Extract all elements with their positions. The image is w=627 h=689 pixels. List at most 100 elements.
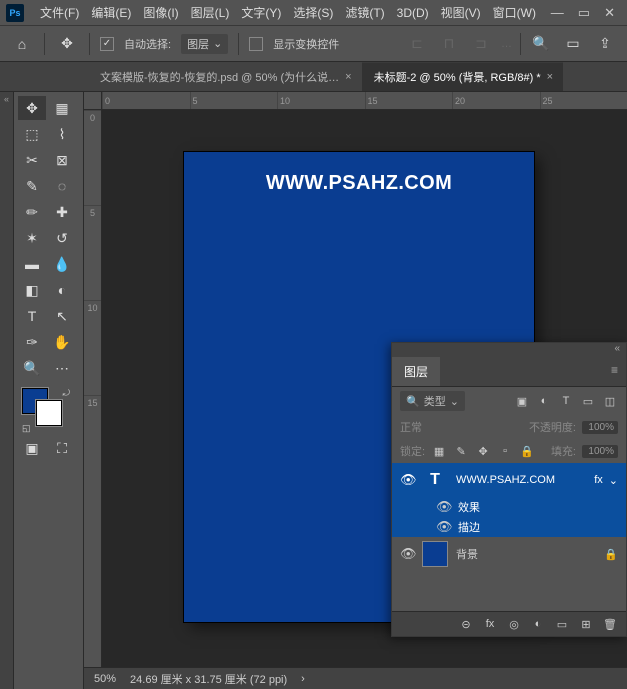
quickmask-tool[interactable]: ▣ xyxy=(18,436,46,460)
layer-filter[interactable]: 🔍 类型 ⌄ xyxy=(400,391,465,411)
filter-adjust-icon[interactable]: ◐ xyxy=(536,393,552,409)
layer-name[interactable]: 背景 xyxy=(456,546,478,562)
lock-artboard-icon[interactable]: ▫ xyxy=(497,443,513,459)
path-tool[interactable]: ↖ xyxy=(48,304,76,328)
layer-background[interactable]: 👁 背景 🔒 xyxy=(392,537,626,571)
blur-tool[interactable]: 💧 xyxy=(48,252,76,276)
status-bar: 50% 24.69 厘米 x 31.75 厘米 (72 ppi) › xyxy=(84,667,627,689)
menu-view[interactable]: 视图(V) xyxy=(435,0,487,25)
delete-icon[interactable]: 🗑 xyxy=(602,616,618,632)
eyedropper-tool[interactable]: ✎ xyxy=(18,174,46,198)
canvas-text-layer[interactable]: WWW.PSAHZ.COM xyxy=(266,172,452,195)
dodge-tool[interactable]: ◐ xyxy=(48,278,76,302)
pen-tool[interactable]: ✑ xyxy=(18,330,46,354)
link-layers-icon[interactable]: ⊝ xyxy=(458,616,474,632)
zoom-level[interactable]: 50% xyxy=(94,673,116,685)
toolbox-collapse-strip[interactable]: « xyxy=(0,92,14,689)
type-tool[interactable]: T xyxy=(18,304,46,328)
group-icon[interactable]: ▭ xyxy=(554,616,570,632)
search-icon[interactable]: 🔍 xyxy=(529,32,553,56)
default-colors-icon[interactable]: ◱ xyxy=(22,423,31,434)
selection-tool[interactable]: ◌ xyxy=(48,174,76,198)
tab-document-2[interactable]: 未标题-2 @ 50% (背景, RGB/8#) *× xyxy=(362,62,563,91)
lock-pixels-icon[interactable]: ▦ xyxy=(431,443,447,459)
lasso-tool[interactable]: ⌇ xyxy=(48,122,76,146)
menu-file[interactable]: 文件(F) xyxy=(34,0,85,25)
document-info[interactable]: 24.69 厘米 x 31.75 厘米 (72 ppi) xyxy=(130,671,287,687)
share-icon[interactable]: ⇪ xyxy=(593,32,617,56)
adjustment-icon[interactable]: ◐ xyxy=(530,616,546,632)
marquee-tool[interactable]: ⬚ xyxy=(18,122,46,146)
layers-panel-footer: ⊝ fx ◎ ◐ ▭ ⊞ 🗑 xyxy=(392,611,626,636)
maximize-icon[interactable]: ▭ xyxy=(578,5,590,21)
swap-mini-icon[interactable]: ⤾ xyxy=(63,388,71,399)
more-tools[interactable]: ⋯ xyxy=(48,356,76,380)
ruler-horizontal[interactable]: 0510152025 xyxy=(102,92,627,110)
menu-window[interactable]: 窗口(W) xyxy=(487,0,542,25)
layer-thumb-text: T xyxy=(422,467,448,493)
lock-position-icon[interactable]: ✥ xyxy=(475,443,491,459)
brush-tool[interactable]: ✏ xyxy=(18,200,46,224)
frame-tool[interactable]: ⊠ xyxy=(48,148,76,172)
move-tool-icon[interactable]: ✥ xyxy=(55,32,79,56)
menu-filter[interactable]: 滤镜(T) xyxy=(339,0,390,25)
menu-layer[interactable]: 图层(L) xyxy=(185,0,236,25)
workspace-icon[interactable]: ▭ xyxy=(561,32,585,56)
background-color[interactable] xyxy=(36,400,62,426)
layer-effect-stroke[interactable]: 👁 描边 xyxy=(392,517,626,537)
new-layer-icon[interactable]: ⊞ xyxy=(578,616,594,632)
eraser-tool[interactable]: ◧ xyxy=(18,278,46,302)
visibility-icon[interactable]: 👁 xyxy=(400,472,414,488)
tab-document-1[interactable]: 文案模版-恢复的-恢复的.psd @ 50% (为什么说…× xyxy=(88,62,362,91)
artboard-tool[interactable]: ▦ xyxy=(48,96,76,120)
history-brush-tool[interactable]: ↺ xyxy=(48,226,76,250)
close-icon[interactable]: × xyxy=(547,71,553,83)
hand-tool[interactable]: ✋ xyxy=(48,330,76,354)
show-transform-checkbox[interactable] xyxy=(249,37,263,51)
blend-mode-select[interactable]: 正常 xyxy=(400,419,422,435)
layer-effects[interactable]: 👁 效果 xyxy=(392,497,626,517)
visibility-icon[interactable]: 👁 xyxy=(436,499,450,515)
fx-badge[interactable]: fx xyxy=(594,474,603,486)
close-icon[interactable]: × xyxy=(345,71,351,83)
menu-edit[interactable]: 编辑(E) xyxy=(85,0,137,25)
filter-image-icon[interactable]: ▣ xyxy=(514,393,530,409)
fx-icon[interactable]: fx xyxy=(482,616,498,632)
fill-value[interactable]: 100% xyxy=(582,445,618,458)
crop-tool[interactable]: ✂ xyxy=(18,148,46,172)
collapse-panel-icon[interactable]: « xyxy=(614,343,620,354)
visibility-icon[interactable]: 👁 xyxy=(436,519,450,535)
chevron-right-icon[interactable]: › xyxy=(301,673,305,685)
layer-name[interactable]: WWW.PSAHZ.COM xyxy=(456,474,555,486)
filter-shape-icon[interactable]: ▭ xyxy=(580,393,596,409)
home-icon[interactable]: ⌂ xyxy=(10,32,34,56)
lock-brush-icon[interactable]: ✎ xyxy=(453,443,469,459)
color-swatches[interactable]: ⤾ ◱ xyxy=(18,388,74,434)
filter-type-icon[interactable]: T xyxy=(558,393,574,409)
minimize-icon[interactable]: — xyxy=(551,5,564,21)
clone-tool[interactable]: ✶ xyxy=(18,226,46,250)
gradient-tool[interactable]: ▬ xyxy=(18,252,46,276)
menu-select[interactable]: 选择(S) xyxy=(287,0,339,25)
opacity-label: 不透明度: xyxy=(529,419,576,435)
zoom-tool[interactable]: 🔍 xyxy=(18,356,46,380)
ruler-vertical[interactable]: 051015 xyxy=(84,110,102,689)
layers-tab[interactable]: 图层 xyxy=(392,357,440,386)
opacity-value[interactable]: 100% xyxy=(582,421,618,434)
visibility-icon[interactable]: 👁 xyxy=(400,546,414,562)
panel-menu-icon[interactable]: ≡ xyxy=(603,357,626,386)
layer-text[interactable]: 👁 T WWW.PSAHZ.COM fx ⌄ xyxy=(392,463,626,497)
move-tool[interactable]: ✥ xyxy=(18,96,46,120)
lock-all-icon[interactable]: 🔒 xyxy=(519,443,535,459)
screenmode-tool[interactable]: ⛶ xyxy=(48,436,76,460)
chevron-down-icon[interactable]: ⌄ xyxy=(609,474,618,487)
auto-select-checkbox[interactable] xyxy=(100,37,114,51)
menu-3d[interactable]: 3D(D) xyxy=(391,2,435,24)
mask-icon[interactable]: ◎ xyxy=(506,616,522,632)
auto-select-target[interactable]: 图层⌄ xyxy=(181,34,228,54)
filter-smart-icon[interactable]: ◫ xyxy=(602,393,618,409)
menu-image[interactable]: 图像(I) xyxy=(137,0,184,25)
close-icon[interactable]: ✕ xyxy=(604,5,615,21)
spot-heal-tool[interactable]: ✚ xyxy=(48,200,76,224)
menu-type[interactable]: 文字(Y) xyxy=(235,0,287,25)
